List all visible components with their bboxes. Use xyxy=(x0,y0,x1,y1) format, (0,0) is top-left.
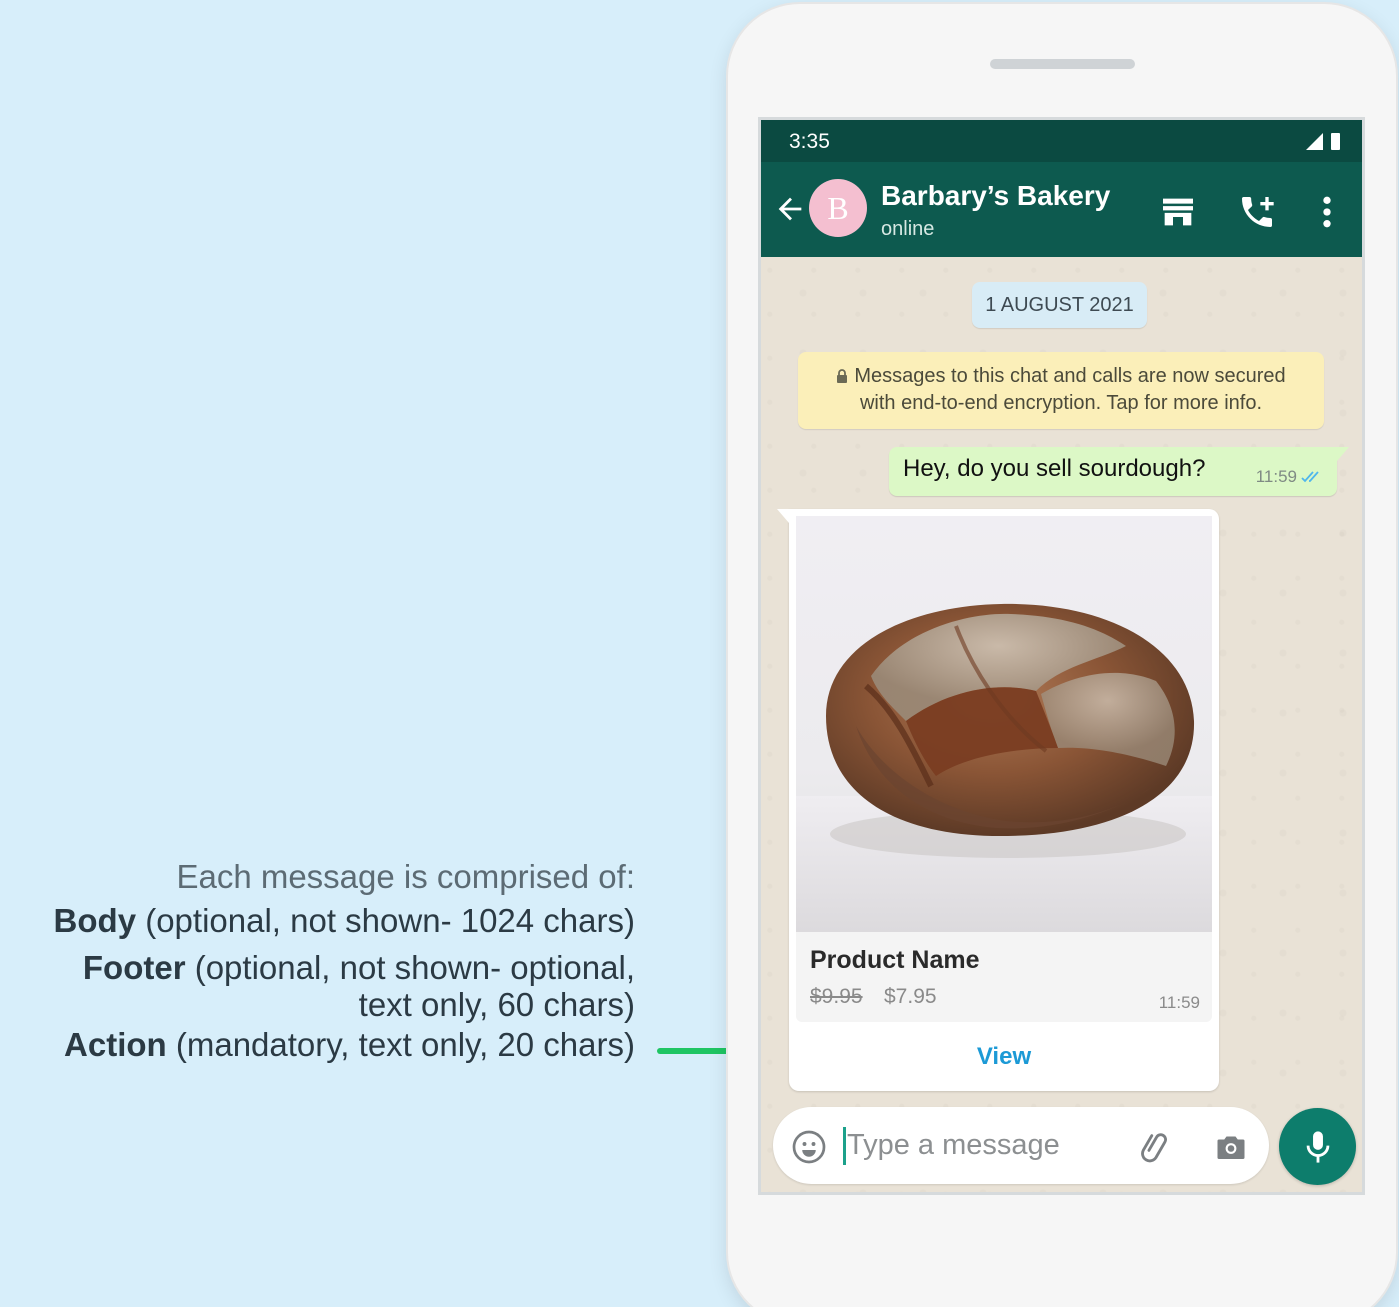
footer-label: Footer xyxy=(82,949,186,986)
encryption-notice-line2: with end-to-end encryption. Tap for more… xyxy=(859,392,1263,414)
chat-header: B Barbary’s Bakery online xyxy=(761,162,1362,257)
encryption-notice-line1: Messages to this chat and calls are now … xyxy=(798,363,1324,390)
outgoing-message-meta: 11:59 xyxy=(1256,467,1325,487)
message-structure-annotation: Each message is comprised of: Body (opti… xyxy=(54,855,635,1067)
body-description: (optional, not shown- 1024 chars) xyxy=(136,902,635,939)
chat-area[interactable]: 1 AUGUST 2021 Messages to this chat and … xyxy=(761,257,1362,1192)
date-chip: 1 AUGUST 2021 xyxy=(972,282,1147,328)
lock-icon xyxy=(837,369,848,383)
add-call-icon[interactable] xyxy=(1237,192,1277,232)
mic-icon xyxy=(1306,1131,1330,1163)
phone-screen: 3:35 B Barbary’s Bakery online 1 AUGUST … xyxy=(758,117,1365,1195)
battery-icon xyxy=(1331,133,1340,150)
new-price: $7.95 xyxy=(884,985,937,1008)
outgoing-message-text: Hey, do you sell sourdough? xyxy=(903,455,1206,482)
emoji-icon[interactable] xyxy=(791,1129,827,1165)
footer-description-line1: (optional, not shown- optional, xyxy=(185,949,635,986)
contact-status: online xyxy=(881,218,935,240)
outgoing-message-time: 11:59 xyxy=(1255,467,1297,486)
signal-icon xyxy=(1306,133,1323,150)
message-input[interactable] xyxy=(847,1123,1117,1167)
contact-name[interactable]: Barbary’s Bakery xyxy=(881,180,1110,212)
old-price: $9.95 xyxy=(810,985,863,1008)
more-vert-icon[interactable] xyxy=(1307,192,1347,232)
annotation-intro: Each message is comprised of: xyxy=(176,858,635,895)
store-icon[interactable] xyxy=(1158,192,1198,232)
attach-icon[interactable] xyxy=(1137,1127,1175,1165)
annotation-body: Body (optional, not shown- 1024 chars) xyxy=(54,899,635,943)
encryption-notice[interactable]: Messages to this chat and calls are now … xyxy=(798,352,1324,429)
back-arrow-icon[interactable] xyxy=(773,192,807,226)
sourdough-loaf-image xyxy=(796,603,1212,932)
footer-description-line2: text only, 60 chars) xyxy=(358,986,635,1023)
message-input-bar xyxy=(773,1107,1269,1184)
view-button[interactable]: View xyxy=(789,1029,1219,1084)
phone-frame: 3:35 B Barbary’s Bakery online 1 AUGUST … xyxy=(728,4,1396,1307)
outgoing-message[interactable]: Hey, do you sell sourdough? 11:59 xyxy=(889,447,1349,496)
camera-icon[interactable] xyxy=(1213,1129,1249,1165)
product-info: Product Name $9.95 $7.95 11:59 xyxy=(796,932,1212,1022)
annotation-action: Action (mandatory, text only, 20 chars) xyxy=(54,1023,635,1067)
mic-button[interactable] xyxy=(1279,1108,1356,1185)
avatar[interactable]: B xyxy=(809,179,867,237)
status-icons xyxy=(1306,133,1340,150)
action-description: (mandatory, text only, 20 chars) xyxy=(166,1026,635,1063)
annotation-footer: Footer (optional, not shown- optional, xyxy=(54,949,635,986)
product-message-card[interactable]: Product Name $9.95 $7.95 11:59 View xyxy=(777,509,1219,1091)
action-label: Action xyxy=(64,1026,167,1063)
status-bar: 3:35 xyxy=(761,120,1362,162)
double-check-icon xyxy=(1301,471,1319,483)
status-time: 3:35 xyxy=(789,130,830,153)
product-image[interactable] xyxy=(796,516,1212,932)
product-message-time: 11:59 xyxy=(1158,993,1200,1012)
phone-speaker xyxy=(990,59,1135,69)
product-name: Product Name xyxy=(810,946,980,974)
body-label: Body xyxy=(53,902,137,939)
text-cursor xyxy=(843,1127,846,1165)
